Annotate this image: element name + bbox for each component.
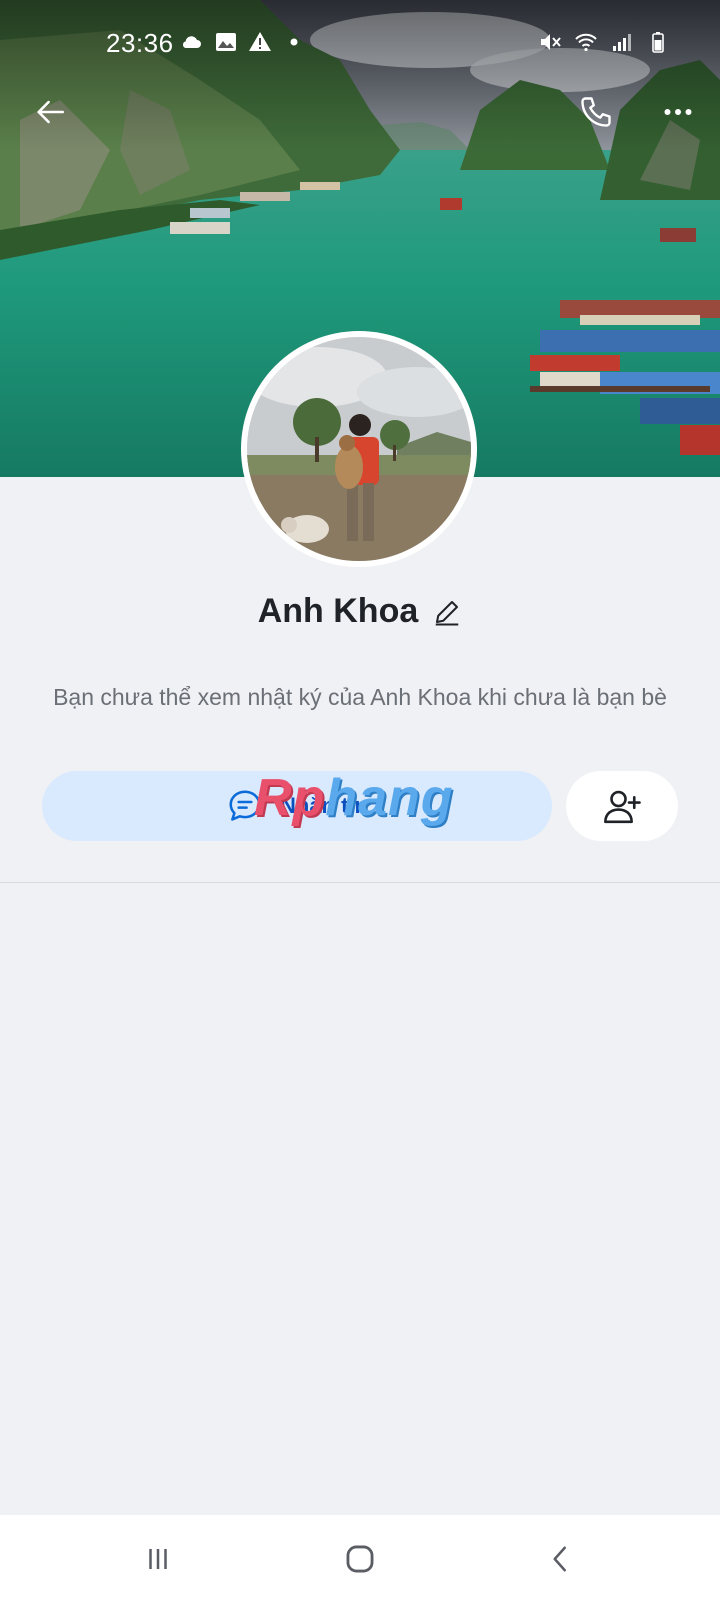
signal-icon <box>613 34 631 51</box>
avatar-photo <box>247 337 471 561</box>
profile-screen: 23:36 Anh Khoa Bạn chưa thể xem nhật ký … <box>0 0 720 1600</box>
dot-icon <box>290 38 298 46</box>
back-arrow-icon <box>37 100 65 124</box>
profile-name-row: Anh Khoa <box>0 592 720 631</box>
chat-bubble-icon <box>229 790 261 821</box>
status-left-icons <box>180 30 306 54</box>
nav-back-button[interactable] <box>531 1535 591 1583</box>
warning-icon <box>249 32 271 51</box>
more-icon <box>664 109 692 115</box>
phone-icon <box>581 97 611 127</box>
add-friend-icon <box>604 790 641 824</box>
avatar-image <box>247 337 471 561</box>
recent-apps-icon <box>149 1549 167 1569</box>
mute-icon <box>541 34 561 50</box>
nav-back-icon <box>553 1546 566 1572</box>
home-button[interactable] <box>330 1535 390 1583</box>
navigation-bar <box>0 1515 720 1600</box>
recent-apps-button[interactable] <box>128 1535 188 1583</box>
call-button[interactable] <box>568 84 624 140</box>
profile-name: Anh Khoa <box>257 592 419 630</box>
friendship-notice: Bạn chưa thể xem nhật ký của Anh Khoa kh… <box>53 684 667 710</box>
pencil-icon[interactable] <box>432 597 462 627</box>
battery-icon <box>652 32 664 53</box>
status-time: 23:36 <box>106 28 174 58</box>
message-button[interactable]: Nhắn tin <box>42 771 552 841</box>
more-options-button[interactable] <box>650 84 706 140</box>
image-icon <box>216 33 236 51</box>
status-right-icons <box>538 30 670 54</box>
cloud-icon <box>182 36 201 48</box>
status-bar: 23:36 <box>0 0 720 68</box>
back-button[interactable] <box>22 84 78 140</box>
add-friend-button[interactable] <box>566 771 678 841</box>
message-button-label: Nhắn tin <box>280 793 368 818</box>
home-icon <box>346 1545 374 1573</box>
wifi-icon <box>575 33 597 52</box>
divider <box>0 882 720 883</box>
avatar[interactable] <box>241 331 477 567</box>
